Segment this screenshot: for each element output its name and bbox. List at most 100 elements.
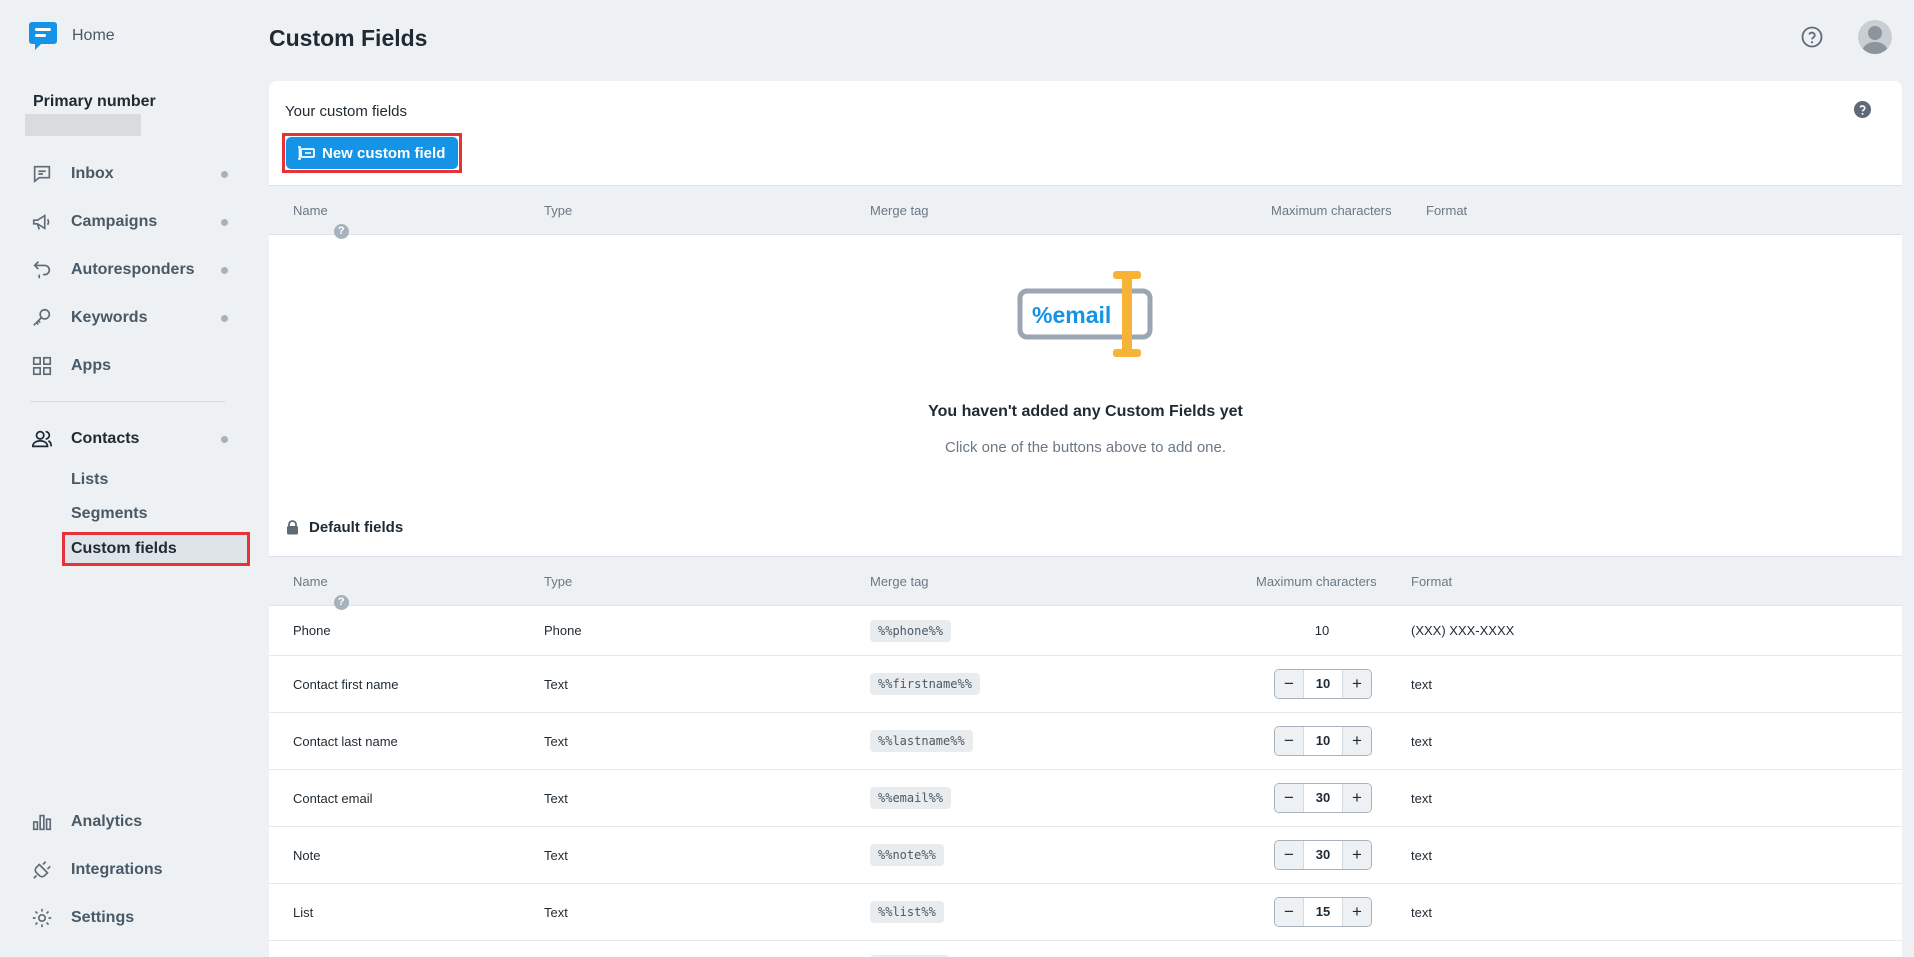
table-row: List Text %%list%% − 15 + text <box>269 884 1902 941</box>
field-format: text <box>1411 848 1432 863</box>
decrement-button[interactable]: − <box>1275 898 1303 926</box>
sidebar-item-label: Autoresponders <box>71 261 195 278</box>
help-icon[interactable]: ? <box>333 224 349 239</box>
sidebar-item-keywords[interactable]: Keywords <box>30 298 230 338</box>
table-row: Contact first name Text %%firstname%% − … <box>269 656 1902 713</box>
max-chars-value: 10 <box>1314 623 1330 638</box>
sidebar-item-integrations[interactable]: Integrations <box>30 850 230 890</box>
empty-state-subtitle: Click one of the buttons above to add on… <box>944 439 1227 456</box>
new-custom-field-highlight: New custom field <box>282 133 462 173</box>
grid-icon <box>30 354 54 378</box>
lock-icon <box>287 520 298 535</box>
default-fields-title: Default fields <box>286 519 403 536</box>
sidebar-subitem-custom-fields[interactable]: Custom fields <box>62 532 250 566</box>
max-chars-stepper: − 30 + <box>1274 783 1372 813</box>
field-name: Contact first name <box>293 677 399 692</box>
field-type: Phone <box>544 623 582 638</box>
increment-button[interactable]: + <box>1343 670 1371 698</box>
max-chars-input[interactable]: 30 <box>1303 841 1343 869</box>
merge-tag[interactable]: %%firstname%% <box>870 673 980 695</box>
primary-number-redacted <box>25 114 141 136</box>
user-icon <box>1861 26 1889 54</box>
sidebar-item-label: Settings <box>71 909 135 926</box>
sidebar-subitem-lists[interactable]: Lists <box>71 471 108 489</box>
table-row: Contact last name Text %%lastname%% − 10… <box>269 713 1902 770</box>
decrement-button[interactable]: − <box>1275 727 1303 755</box>
decrement-button[interactable]: − <box>1275 670 1303 698</box>
col-format: Format <box>1411 574 1453 589</box>
col-name: Name? <box>293 574 349 610</box>
sidebar-item-label: Keywords <box>71 309 148 326</box>
merge-tag[interactable]: %%phone%% <box>870 620 952 642</box>
plug-icon <box>30 858 54 882</box>
home-link[interactable]: Home <box>28 20 115 52</box>
sidebar-item-campaigns[interactable]: Campaigns <box>30 202 230 242</box>
email-field-illustration: %email <box>1017 271 1153 357</box>
new-custom-field-button[interactable]: New custom field <box>286 137 458 169</box>
field-name: List <box>293 905 314 920</box>
col-name-label: Name <box>293 203 328 218</box>
help-icon[interactable] <box>1801 26 1823 48</box>
status-dot <box>221 435 228 443</box>
key-icon <box>30 306 54 330</box>
status-dot <box>221 218 228 226</box>
col-merge-tag: Merge tag <box>870 574 929 589</box>
field-format: text <box>1411 734 1432 749</box>
sidebar-item-label: Analytics <box>71 813 143 830</box>
col-name-label: Name <box>293 574 328 589</box>
primary-number-label: Primary number <box>33 93 156 110</box>
sidebar-item-apps[interactable]: Apps <box>30 346 230 386</box>
increment-button[interactable]: + <box>1343 898 1371 926</box>
increment-button[interactable]: + <box>1343 841 1371 869</box>
max-chars-input[interactable]: 15 <box>1303 898 1343 926</box>
decrement-button[interactable]: − <box>1275 841 1303 869</box>
col-merge-tag: Merge tag <box>870 203 929 218</box>
increment-button[interactable]: + <box>1343 727 1371 755</box>
merge-tag[interactable]: %%list%% <box>870 901 944 923</box>
decrement-button[interactable]: − <box>1275 784 1303 812</box>
autoreply-icon <box>30 258 54 282</box>
field-name: Phone <box>293 623 331 638</box>
sidebar-item-label: Apps <box>71 357 111 374</box>
status-dot <box>221 314 228 322</box>
merge-tag[interactable]: %%email%% <box>870 787 952 809</box>
merge-tag[interactable]: %%note%% <box>870 844 944 866</box>
field-type: Text <box>544 677 568 692</box>
new-custom-field-label: New custom field <box>322 144 446 162</box>
illustration-text: %email <box>1032 302 1111 328</box>
sidebar-item-contacts[interactable]: Contacts <box>30 419 230 459</box>
home-label: Home <box>72 27 115 44</box>
sidebar-item-label: Contacts <box>71 430 140 447</box>
merge-tag[interactable]: %%lastname%% <box>870 730 973 752</box>
sidebar-item-label: Inbox <box>71 165 114 182</box>
help-icon[interactable] <box>1853 100 1872 119</box>
col-max-chars: Maximum characters <box>1271 203 1392 218</box>
chat-icon <box>30 162 54 186</box>
sidebar-item-label: Campaigns <box>71 213 158 230</box>
avatar[interactable] <box>1858 20 1892 54</box>
status-dot <box>221 266 228 274</box>
sidebar-item-analytics[interactable]: Analytics <box>30 802 230 842</box>
sidebar-subitem-segments[interactable]: Segments <box>71 505 147 523</box>
field-format: (XXX) XXX-XXXX <box>1411 623 1515 638</box>
sidebar-item-settings[interactable]: Settings <box>30 898 230 938</box>
field-name: Contact last name <box>293 734 398 749</box>
sidebar-item-autoresponders[interactable]: Autoresponders <box>30 250 230 290</box>
max-chars-stepper: − 15 + <box>1274 897 1372 927</box>
field-type: Text <box>544 848 568 863</box>
table-row <box>269 941 1902 957</box>
max-chars-input[interactable]: 30 <box>1303 784 1343 812</box>
field-format: text <box>1411 791 1432 806</box>
increment-button[interactable]: + <box>1343 784 1371 812</box>
field-format: text <box>1411 677 1432 692</box>
sidebar-divider <box>30 401 225 402</box>
sidebar-item-inbox[interactable]: Inbox <box>30 154 230 194</box>
field-type: Text <box>544 791 568 806</box>
max-chars-input[interactable]: 10 <box>1303 670 1343 698</box>
table-row: Note Text %%note%% − 30 + text <box>269 827 1902 884</box>
field-format: text <box>1411 905 1432 920</box>
max-chars-input[interactable]: 10 <box>1303 727 1343 755</box>
logo-icon <box>29 22 57 50</box>
gear-icon <box>30 906 54 930</box>
table-row: Phone Phone %%phone%% 10 (XXX) XXX-XXXX <box>269 606 1902 656</box>
